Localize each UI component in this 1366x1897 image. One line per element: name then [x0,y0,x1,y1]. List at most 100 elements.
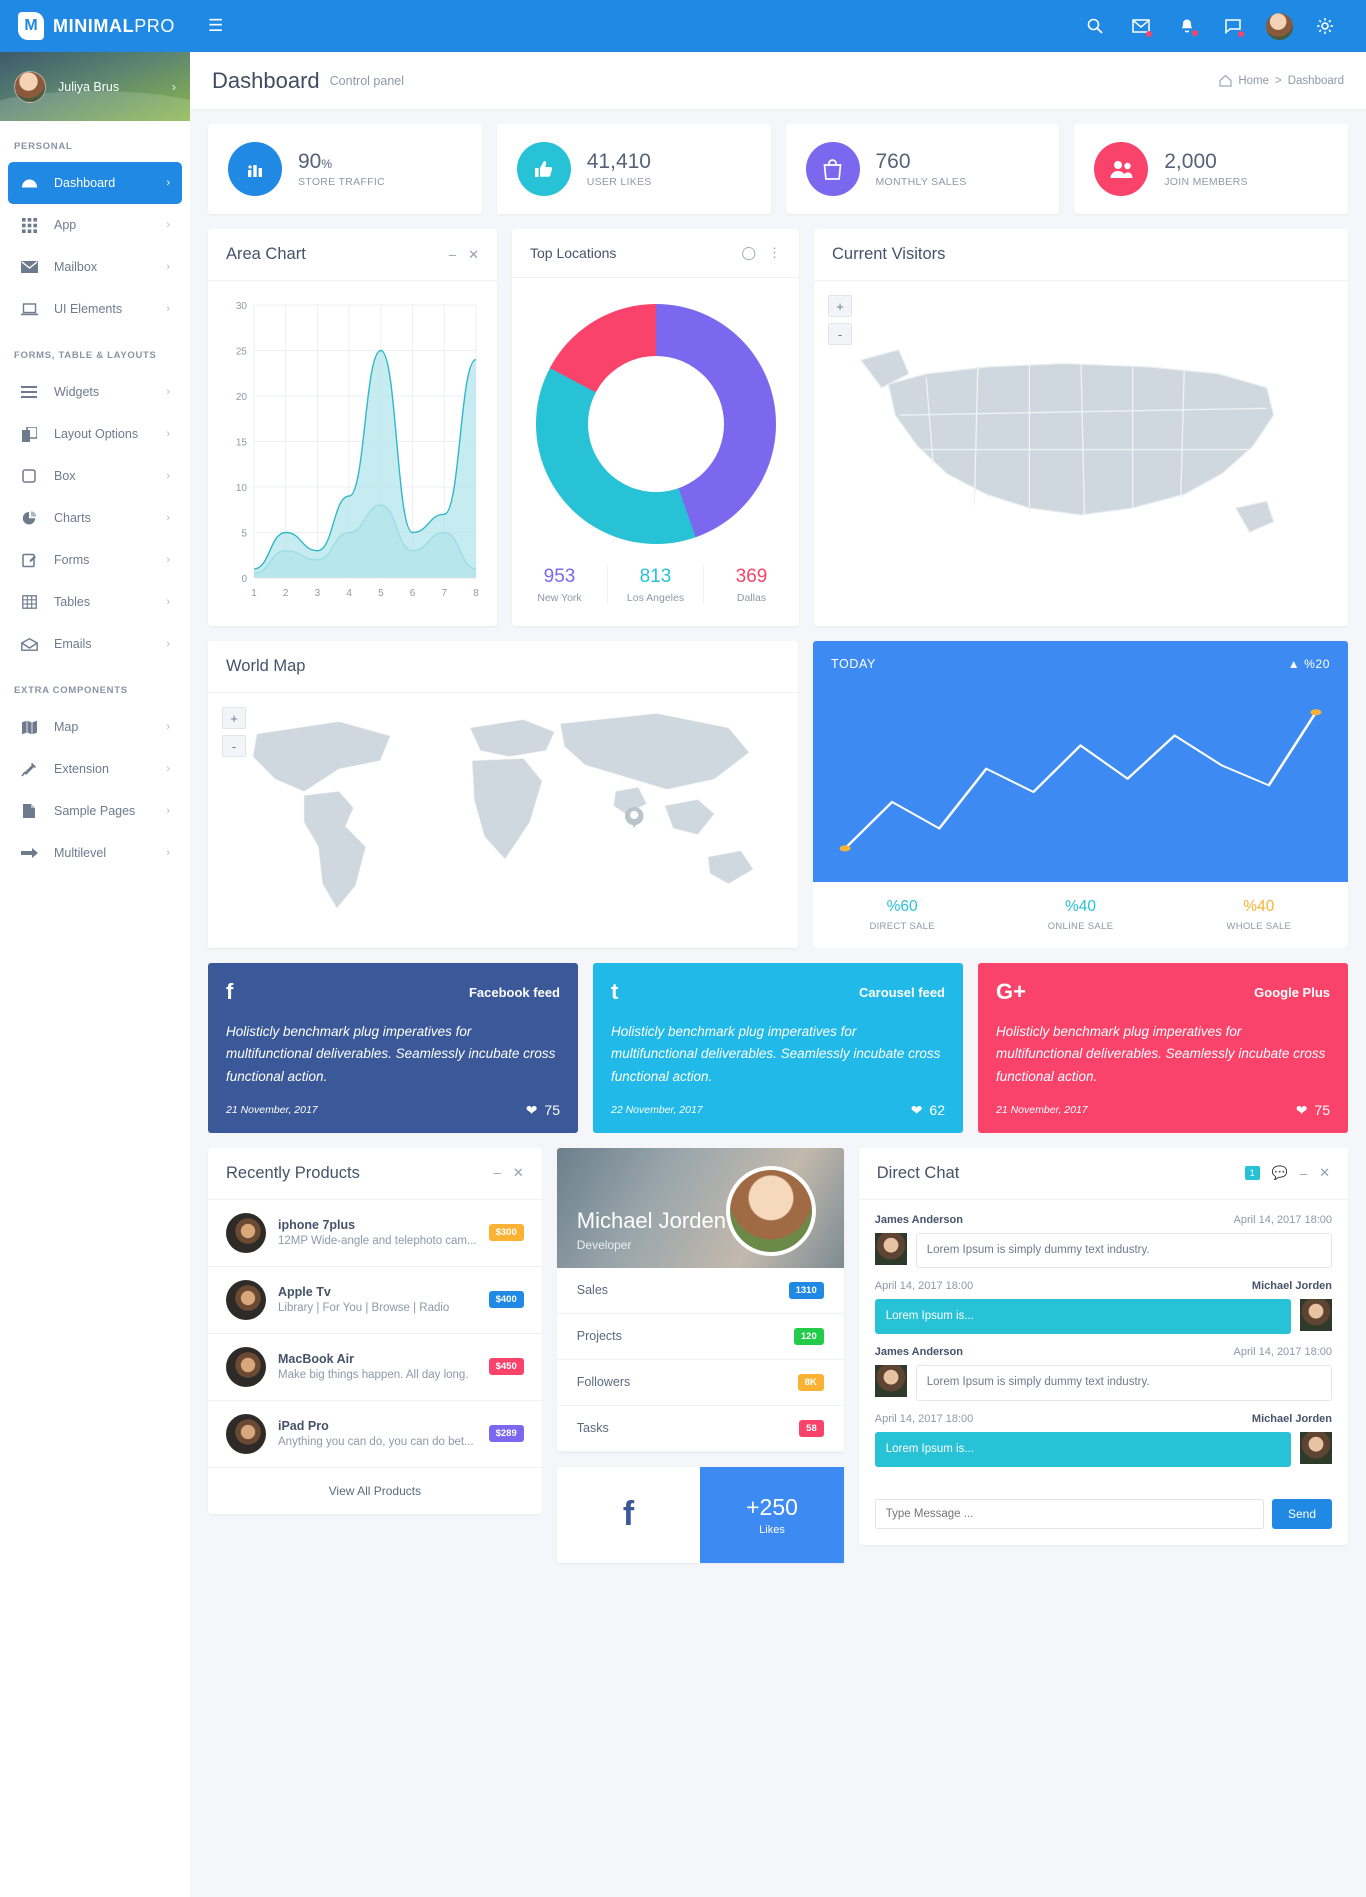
chat-icon[interactable]: 💬 [1272,1165,1288,1181]
sidebar-item-ui-elements[interactable]: UI Elements › [8,288,182,330]
chat-timestamp: April 14, 2017 18:00 [874,1280,974,1293]
location-name: Los Angeles [626,592,685,604]
chat-message-meta: James Anderson April 14, 2017 18:00 [875,1346,1332,1358]
svg-text:8: 8 [473,588,479,599]
mail-icon[interactable] [1118,19,1164,37]
chat-badge-dot [1238,30,1244,37]
laptop-icon [20,302,38,316]
chat-icon[interactable] [1210,18,1256,37]
chevron-right-icon: › [166,638,170,650]
stat-value: 2,000 [1164,150,1217,174]
sidebar-item-forms[interactable]: Forms › [8,539,182,581]
location-stats: 953 New York 813 Los Angeles 369 Dallas [512,554,799,626]
sidebar-item-box[interactable]: Box › [8,455,182,497]
sidebar-item-label: Mailbox [54,260,98,274]
m-logo-icon: M [18,12,44,40]
top-locations-title: Top Locations [530,245,617,261]
world-map-zoom-in[interactable]: + [222,707,246,729]
chevron-right-icon: › [166,721,170,733]
sidebar-item-extension[interactable]: Extension › [8,748,182,790]
open-envelope-icon [20,637,38,651]
breadcrumb: Home > Dashboard [1219,74,1344,87]
sidebar-item-charts[interactable]: Charts › [8,497,182,539]
sidebar-item-layout-options[interactable]: Layout Options › [8,413,182,455]
area-chart-header: Area Chart – ✕ [208,229,497,281]
google-plus-icon: G+ [996,979,1026,1004]
bag-icon [805,142,860,196]
sidebar-item-emails[interactable]: Emails › [8,623,182,665]
gear-icon[interactable] [1302,17,1348,35]
facebook-likes-count-box[interactable]: +250 Likes [700,1466,844,1563]
product-list-item[interactable]: iPad Pro Anything you can do, you can do … [208,1401,542,1468]
world-map-card: World Map + - [208,641,798,948]
sidebar-profile[interactable]: Juliya Brus › [0,52,190,121]
chat-message-input[interactable] [874,1498,1264,1529]
view-all-products-button[interactable]: View All Products [208,1468,542,1514]
profile-card-role: Developer [576,1237,632,1252]
sidebar-item-mailbox[interactable]: Mailbox › [8,246,182,288]
product-thumbnail [226,1346,266,1387]
minimize-icon[interactable]: – [449,247,456,263]
pie-icon [20,510,38,526]
world-map-zoom-out[interactable]: - [222,735,246,757]
breadcrumb-home[interactable]: Home [1238,75,1269,87]
sidebar-item-app[interactable]: App › [8,204,182,246]
social-card-likes[interactable]: ❤ 75 [526,1102,560,1119]
hamburger-icon[interactable]: ☰ [208,16,223,36]
bell-icon[interactable] [1164,18,1210,36]
chevron-right-icon: › [166,219,170,231]
usa-map-icon [859,349,1275,533]
chat-message-meta: Michael Jorden April 14, 2017 18:00 [875,1280,1332,1292]
chat-message: Lorem Ipsum is simply dummy text industr… [874,1232,1332,1269]
usa-map-body: + - [814,281,1348,625]
profile-stat-badge: 8K [797,1373,824,1391]
world-map-title: World Map [226,657,306,675]
product-thumbnail [226,1413,266,1454]
dashboard-content: 90% STORE TRAFFIC 41,410 USER LIKES 760 MONTH… [190,110,1366,1897]
sidebar-item-map[interactable]: Map › [8,706,182,748]
sidebar-item-multilevel[interactable]: Multilevel › [8,832,182,874]
brand[interactable]: M MINIMALPRO [0,0,190,52]
stat-label: USER LIKES [586,175,652,188]
world-map-icon [252,713,754,909]
user-avatar[interactable] [1256,12,1302,40]
product-list-item[interactable]: iphone 7plus 12MP Wide-angle and telephot… [208,1200,542,1267]
close-icon[interactable]: ✕ [513,1165,524,1181]
users-icon [1094,142,1149,196]
product-list-item[interactable]: MacBook Air Make big things happen. All d… [208,1334,542,1401]
close-icon[interactable]: ✕ [1319,1165,1330,1181]
sidebar-item-label: Layout Options [54,427,139,441]
profile-card-avatar [725,1165,816,1256]
close-icon[interactable]: ✕ [468,247,479,263]
more-vertical-icon[interactable]: ⋮ [768,245,781,261]
sidebar-item-label: Map [54,720,79,734]
profile-stat-row: Sales 1310 [556,1268,844,1314]
usa-map-zoom-in[interactable]: + [828,295,852,317]
usa-map-zoom-out[interactable]: - [828,323,852,345]
sidebar-item-sample-pages[interactable]: Sample Pages › [8,790,182,832]
social-card-likes[interactable]: ❤ 75 [1296,1102,1330,1119]
social-card-footer: 21 November, 2017 ❤ 75 [996,1102,1330,1119]
chat-author: Michael Jorden [1251,1280,1332,1293]
social-card-likes[interactable]: ❤ 62 [911,1102,945,1119]
search-icon[interactable] [1072,18,1118,34]
sidebar-item-label: Emails [54,637,92,651]
sidebar-item-tables[interactable]: Tables › [8,581,182,623]
sidebar-item-dashboard[interactable]: Dashboard › [8,162,182,204]
send-button[interactable]: Send [1271,1498,1332,1529]
product-list-item[interactable]: Apple Tv Library | For You | Browse | Rad… [208,1267,542,1334]
svg-text:2: 2 [283,588,289,599]
social-likes-count: 75 [544,1102,560,1119]
sidebar-item-label: Charts [54,511,91,525]
today-trend: ▲ %20 [1288,657,1330,671]
main-area: ☰ Dashboard Control panel Home > Dashboa… [190,0,1366,1897]
minimize-icon[interactable]: – [494,1165,501,1181]
product-description: 12MP Wide-angle and telephoto cam... [278,1235,477,1248]
stat-value: 90% [298,150,333,174]
circle-icon[interactable]: ◯ [741,245,756,261]
bell-badge-dot [1192,29,1198,36]
sidebar-item-widgets[interactable]: Widgets › [8,371,182,413]
chat-message: Lorem Ipsum is... [874,1431,1332,1467]
minimize-icon[interactable]: – [1300,1166,1307,1181]
social-card-footer: 21 November, 2017 ❤ 75 [226,1102,560,1119]
